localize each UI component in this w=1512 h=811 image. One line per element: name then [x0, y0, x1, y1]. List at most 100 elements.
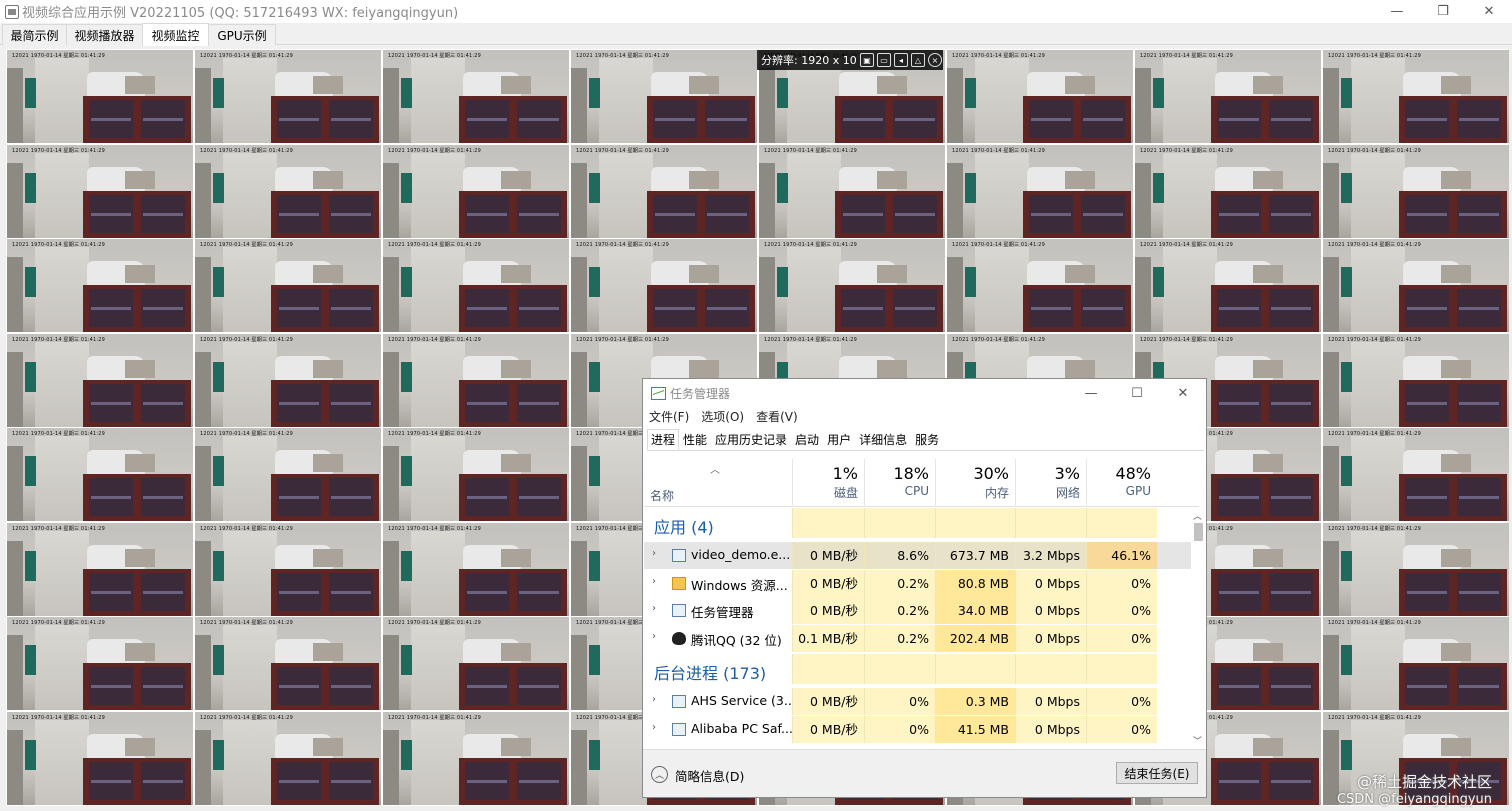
folder-icon[interactable]: ▭ [877, 53, 891, 67]
tab-video-monitor[interactable]: 视频监控 [142, 23, 209, 46]
video-cell[interactable]: 12021 1970-01-14 星期三 01:41:29 [383, 50, 569, 143]
video-cell[interactable]: 12021 1970-01-14 星期三 01:41:29 [383, 522, 569, 616]
video-cell[interactable]: 12021 1970-01-14 星期三 01:41:29 [1323, 239, 1509, 332]
tab-performance[interactable]: 性能 [679, 429, 711, 450]
tm-minimize-icon[interactable]: — [1068, 379, 1114, 407]
process-cpu-value: 0% [864, 688, 935, 715]
process-row[interactable]: › AHS Service (3... 0 MB/秒 0% 0.3 MB 0 Mbps 0% [644, 688, 1191, 715]
video-cell[interactable]: 12021 1970-01-14 星期三 01:41:29 [383, 239, 569, 332]
video-cell[interactable]: 12021 1970-01-14 星期三 01:41:29 [195, 617, 381, 710]
scroll-up-icon[interactable]: ︿ [1193, 509, 1202, 522]
video-cell[interactable]: 12021 1970-01-14 星期三 01:41:29 [7, 333, 193, 427]
tab-startup[interactable]: 启动 [791, 429, 823, 450]
video-cell[interactable]: 12021 1970-01-14 星期三 01:41:29 [1135, 239, 1321, 332]
process-group-header[interactable]: 应用 (4) [644, 508, 1191, 538]
expand-chevron-icon[interactable]: › [652, 694, 656, 705]
video-cell[interactable]: 12021 1970-01-14 星期三 01:41:29 [7, 239, 193, 332]
menu-file[interactable]: 文件(F) [643, 407, 695, 427]
close-video-icon[interactable]: × [928, 53, 942, 67]
video-cell[interactable]: 12021 1970-01-14 星期三 01:41:29 [947, 144, 1133, 238]
video-cell[interactable]: 12021 1970-01-14 星期三 01:41:29 [195, 50, 381, 143]
tab-gpu-demo[interactable]: GPU示例 [208, 24, 276, 45]
column-cpu[interactable]: 18% CPU [864, 459, 935, 507]
video-cell[interactable]: 12021 1970-01-14 星期三 01:41:29 [383, 144, 569, 238]
video-cell[interactable]: 12021 1970-01-14 星期三 01:41:29 [571, 50, 757, 143]
tab-simple-demo[interactable]: 最简示例 [2, 24, 67, 45]
video-cell[interactable]: 12021 1970-01-14 星期三 01:41:29 [571, 239, 757, 332]
video-cell[interactable]: 12021 1970-01-14 星期三 01:41:29 [195, 428, 381, 521]
chevron-up-icon[interactable]: ︿ [651, 766, 668, 783]
video-cell[interactable]: 12021 1970-01-14 星期三 01:41:29 [759, 239, 945, 332]
process-disk-value: 0 MB/秒 [792, 569, 864, 597]
expand-chevron-icon[interactable]: › [652, 603, 656, 614]
end-task-button[interactable]: 结束任务(E) [1116, 762, 1198, 784]
restore-icon[interactable]: ❐ [1420, 0, 1466, 23]
video-cell[interactable]: 12021 1970-01-14 星期三 01:41:29 [1323, 428, 1509, 521]
video-cell[interactable]: 12021 1970-01-14 星期三 01:41:29 [1323, 617, 1509, 710]
column-disk[interactable]: 1% 磁盘 [792, 459, 864, 507]
expand-chevron-icon[interactable]: › [652, 548, 656, 559]
video-cell[interactable]: 12021 1970-01-14 星期三 01:41:29 [1323, 522, 1509, 616]
video-osd-text: 12021 1970-01-14 星期三 01:41:29 [1140, 336, 1233, 343]
column-network[interactable]: 3% 网络 [1015, 459, 1086, 507]
process-list-scrollbar[interactable]: ︿ ﹀ [1191, 508, 1205, 748]
video-cell[interactable]: 12021 1970-01-14 星期三 01:41:29 [759, 144, 945, 238]
video-cell[interactable]: 12021 1970-01-14 星期三 01:41:29 [1135, 50, 1321, 143]
process-row[interactable]: › 腾讯QQ (32 位) 0.1 MB/秒 0.2% 202.4 MB 0 Mbps 0% [644, 624, 1191, 652]
video-cell[interactable]: 12021 1970-01-14 星期三 01:41:29 [195, 144, 381, 238]
process-row[interactable]: › video_demo.e... 0 MB/秒 8.6% 673.7 MB 3.2 Mb… [644, 542, 1191, 569]
expand-chevron-icon[interactable]: › [652, 722, 656, 733]
process-gpu-value: 0% [1086, 715, 1157, 743]
video-cell[interactable]: 12021 1970-01-14 星期三 01:41:29 [947, 50, 1133, 143]
video-cell[interactable]: 12021 1970-01-14 星期三 01:41:29 [7, 50, 193, 143]
column-gpu[interactable]: 48% GPU [1086, 459, 1157, 507]
snapshot-icon[interactable]: ▣ [860, 53, 874, 67]
minimize-icon[interactable]: — [1374, 0, 1420, 23]
video-cell[interactable]: 12021 1970-01-14 星期三 01:41:29 [195, 522, 381, 616]
video-osd-text: 12021 1970-01-14 星期三 01:41:29 [12, 525, 105, 532]
close-icon[interactable]: ✕ [1466, 0, 1512, 23]
column-name[interactable]: 名称 [650, 487, 674, 504]
video-cell[interactable]: 12021 1970-01-14 星期三 01:41:29 [1323, 144, 1509, 238]
video-cell[interactable]: 12021 1970-01-14 星期三 01:41:29 [383, 617, 569, 710]
video-cell[interactable]: 12021 1970-01-14 星期三 01:41:29 [7, 428, 193, 521]
column-memory[interactable]: 30% 内存 [935, 459, 1015, 507]
tm-close-icon[interactable]: ✕ [1160, 379, 1206, 407]
menu-view[interactable]: 查看(V) [750, 407, 804, 427]
process-row[interactable]: › Windows 资源... 0 MB/秒 0.2% 80.8 MB 0 Mbps 0% [644, 569, 1191, 597]
fewer-details-link[interactable]: 简略信息(D) [675, 766, 744, 785]
video-cell[interactable]: 12021 1970-01-14 星期三 01:41:29 [195, 711, 381, 805]
scroll-thumb[interactable] [1194, 523, 1203, 541]
video-cell[interactable]: 12021 1970-01-14 星期三 01:41:29 [7, 711, 193, 805]
video-cell[interactable]: 12021 1970-01-14 星期三 01:41:29 [195, 239, 381, 332]
tab-details[interactable]: 详细信息 [855, 429, 911, 450]
tab-video-player[interactable]: 视频播放器 [66, 24, 143, 45]
tm-maximize-icon[interactable]: ☐ [1114, 379, 1160, 407]
video-cell[interactable]: 12021 1970-01-14 星期三 01:41:29 [7, 144, 193, 238]
process-group-header[interactable]: 后台进程 (173) [644, 654, 1191, 684]
video-cell[interactable]: 12021 1970-01-14 星期三 01:41:29 [1323, 333, 1509, 427]
alarm-icon[interactable]: △ [911, 53, 925, 67]
tab-users[interactable]: 用户 [823, 429, 855, 450]
expand-chevron-icon[interactable]: › [652, 576, 656, 587]
process-row[interactable]: › Alibaba PC Saf... 0 MB/秒 0% 41.5 MB 0 Mbps 0… [644, 715, 1191, 743]
process-row[interactable]: › 任务管理器 0 MB/秒 0.2% 34.0 MB 0 Mbps 0% [644, 597, 1191, 624]
tab-services[interactable]: 服务 [911, 429, 943, 450]
menu-options[interactable]: 选项(O) [695, 407, 750, 427]
expand-chevron-icon[interactable]: › [652, 631, 656, 642]
video-cell[interactable]: 12021 1970-01-14 星期三 01:41:29 [7, 522, 193, 616]
video-cell[interactable]: 12021 1970-01-14 星期三 01:41:29 [947, 239, 1133, 332]
volume-icon[interactable]: ◂ [894, 53, 908, 67]
video-cell[interactable]: 12021 1970-01-14 星期三 01:41:29 [571, 144, 757, 238]
scroll-down-icon[interactable]: ﹀ [1193, 734, 1202, 747]
sort-up-icon[interactable]: ︿ [710, 461, 720, 476]
video-cell[interactable]: 12021 1970-01-14 星期三 01:41:29 [383, 711, 569, 805]
tab-processes[interactable]: 进程 [647, 429, 680, 450]
tab-app-history[interactable]: 应用历史记录 [711, 429, 791, 450]
video-cell[interactable]: 12021 1970-01-14 星期三 01:41:29 [7, 617, 193, 710]
video-cell[interactable]: 12021 1970-01-14 星期三 01:41:29 [383, 333, 569, 427]
video-cell[interactable]: 12021 1970-01-14 星期三 01:41:29 [195, 333, 381, 427]
video-cell[interactable]: 12021 1970-01-14 星期三 01:41:29 [1135, 144, 1321, 238]
video-cell[interactable]: 12021 1970-01-14 星期三 01:41:29 [383, 428, 569, 521]
video-cell[interactable]: 12021 1970-01-14 星期三 01:41:29 [1323, 50, 1509, 143]
